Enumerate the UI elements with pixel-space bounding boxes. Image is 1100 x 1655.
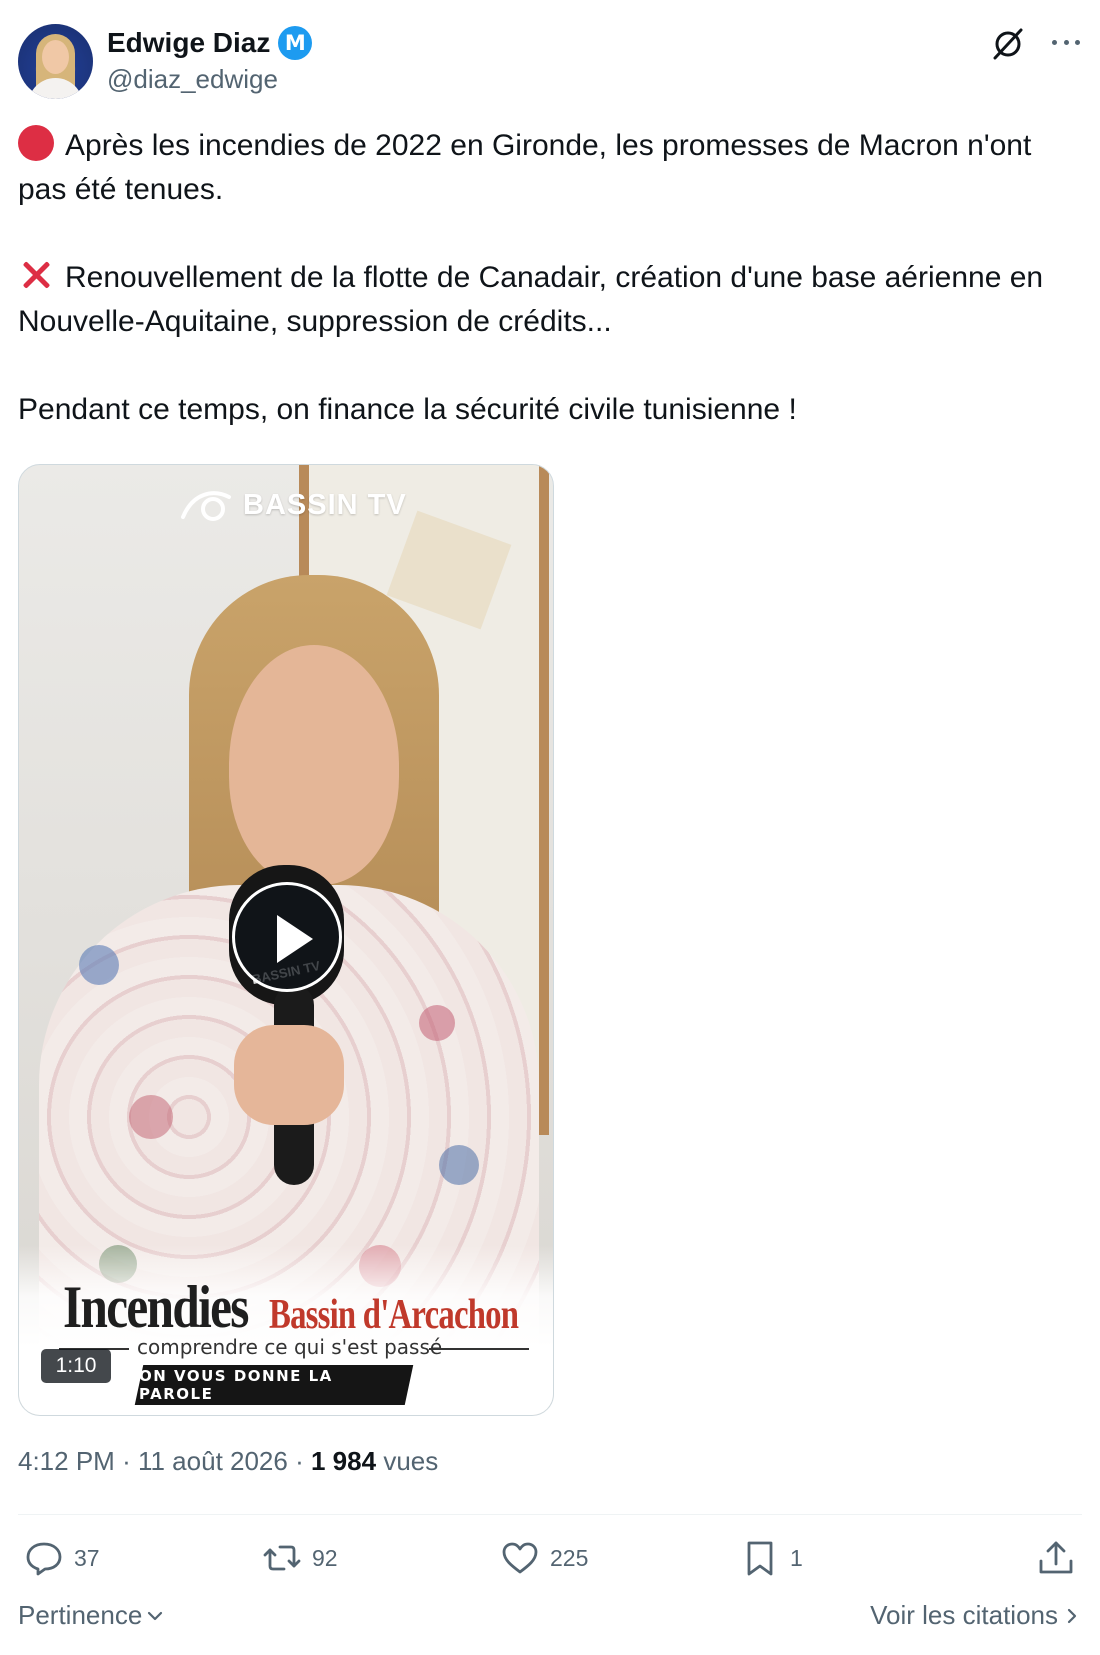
more-icon[interactable] xyxy=(1052,40,1080,48)
tweet-text: Après les incendies de 2022 en Gironde, … xyxy=(18,124,1068,432)
action-bar: 37 92 225 1 xyxy=(18,1530,1082,1590)
overlay-banner-text: ON VOUS DONNE LA PAROLE xyxy=(139,1367,333,1403)
meta-separator: · xyxy=(295,1446,304,1476)
video-brand-logo: BASSIN TV xyxy=(179,487,407,523)
tweet-paragraph-1-text: Après les incendies de 2022 en Gironde, … xyxy=(18,129,1032,206)
like-count: 225 xyxy=(550,1544,589,1571)
tweet-paragraph-1: Après les incendies de 2022 en Gironde, … xyxy=(18,124,1068,212)
reply-count: 37 xyxy=(74,1544,100,1571)
view-quotes-link[interactable]: Voir les citations xyxy=(870,1600,1080,1631)
cross-mark-icon xyxy=(18,257,54,293)
tweet-time[interactable]: 4:12 PM xyxy=(18,1446,115,1476)
hand xyxy=(234,1025,344,1125)
bookmark-icon xyxy=(747,1541,773,1576)
sort-dropdown[interactable]: Pertinence xyxy=(18,1600,164,1631)
share-button[interactable] xyxy=(1036,1538,1076,1578)
heart-icon xyxy=(502,1542,538,1574)
grok-icon[interactable] xyxy=(990,26,1026,62)
tweet-date[interactable]: 11 août 2026 xyxy=(138,1446,288,1476)
overlay-title: Incendies xyxy=(63,1274,249,1340)
tweet-paragraph-2: Renouvellement de la flotte de Canadair,… xyxy=(18,256,1068,344)
verified-badge-icon: M xyxy=(278,26,313,60)
author-name-row[interactable]: Edwige Diaz M xyxy=(107,26,313,60)
reply-icon xyxy=(26,1542,62,1576)
views-count: 1 984 xyxy=(311,1446,377,1476)
reply-footer: Pertinence Voir les citations xyxy=(18,1600,1082,1644)
repost-button[interactable]: 92 xyxy=(262,1538,338,1578)
chevron-right-icon xyxy=(1067,1608,1077,1623)
share-icon xyxy=(1039,1541,1073,1574)
red-circle-icon xyxy=(18,125,54,161)
divider xyxy=(18,1514,1082,1515)
repost-count: 92 xyxy=(312,1544,338,1571)
overlay-subtitle: Bassin d'Arcachon xyxy=(269,1292,519,1338)
author-handle[interactable]: @diaz_edwige xyxy=(107,64,278,95)
video-duration: 1:10 xyxy=(41,1349,111,1383)
author-name[interactable]: Edwige Diaz xyxy=(107,27,270,59)
overlay-line-right xyxy=(429,1348,529,1350)
views-label: vues xyxy=(383,1446,439,1476)
repost-icon xyxy=(263,1545,301,1571)
tweet-meta: 4:12 PM · 11 août 2026 · 1 984 vues xyxy=(18,1446,438,1477)
tweet-paragraph-2-text: Renouvellement de la flotte de Canadair,… xyxy=(18,261,1044,338)
video-player[interactable]: BASSIN TV BASSIN TV Incendies Bassin d'A… xyxy=(18,464,554,1416)
sort-label: Pertinence xyxy=(18,1600,143,1630)
bookmark-button[interactable]: 1 xyxy=(740,1538,803,1578)
play-button-icon[interactable] xyxy=(232,882,342,992)
reply-button[interactable]: 37 xyxy=(24,1538,100,1578)
bassin-tv-logo-icon xyxy=(181,491,231,521)
view-quotes-label: Voir les citations xyxy=(870,1600,1058,1630)
tweet-paragraph-3: Pendant ce temps, on finance la sécurité… xyxy=(18,393,797,426)
like-button[interactable]: 225 xyxy=(500,1538,588,1578)
person-face xyxy=(229,645,399,885)
overlay-caption: comprendre ce qui s'est passé xyxy=(137,1335,443,1359)
tweet-header: Edwige Diaz M @diaz_edwige xyxy=(18,24,1082,100)
brand-text: BASSIN TV xyxy=(243,488,407,521)
meta-separator: · xyxy=(122,1446,131,1476)
avatar[interactable] xyxy=(18,24,93,99)
overlay-banner: ON VOUS DONNE LA PAROLE xyxy=(134,1365,414,1405)
bookmark-count: 1 xyxy=(790,1544,803,1571)
chevron-down-icon xyxy=(148,1611,163,1620)
